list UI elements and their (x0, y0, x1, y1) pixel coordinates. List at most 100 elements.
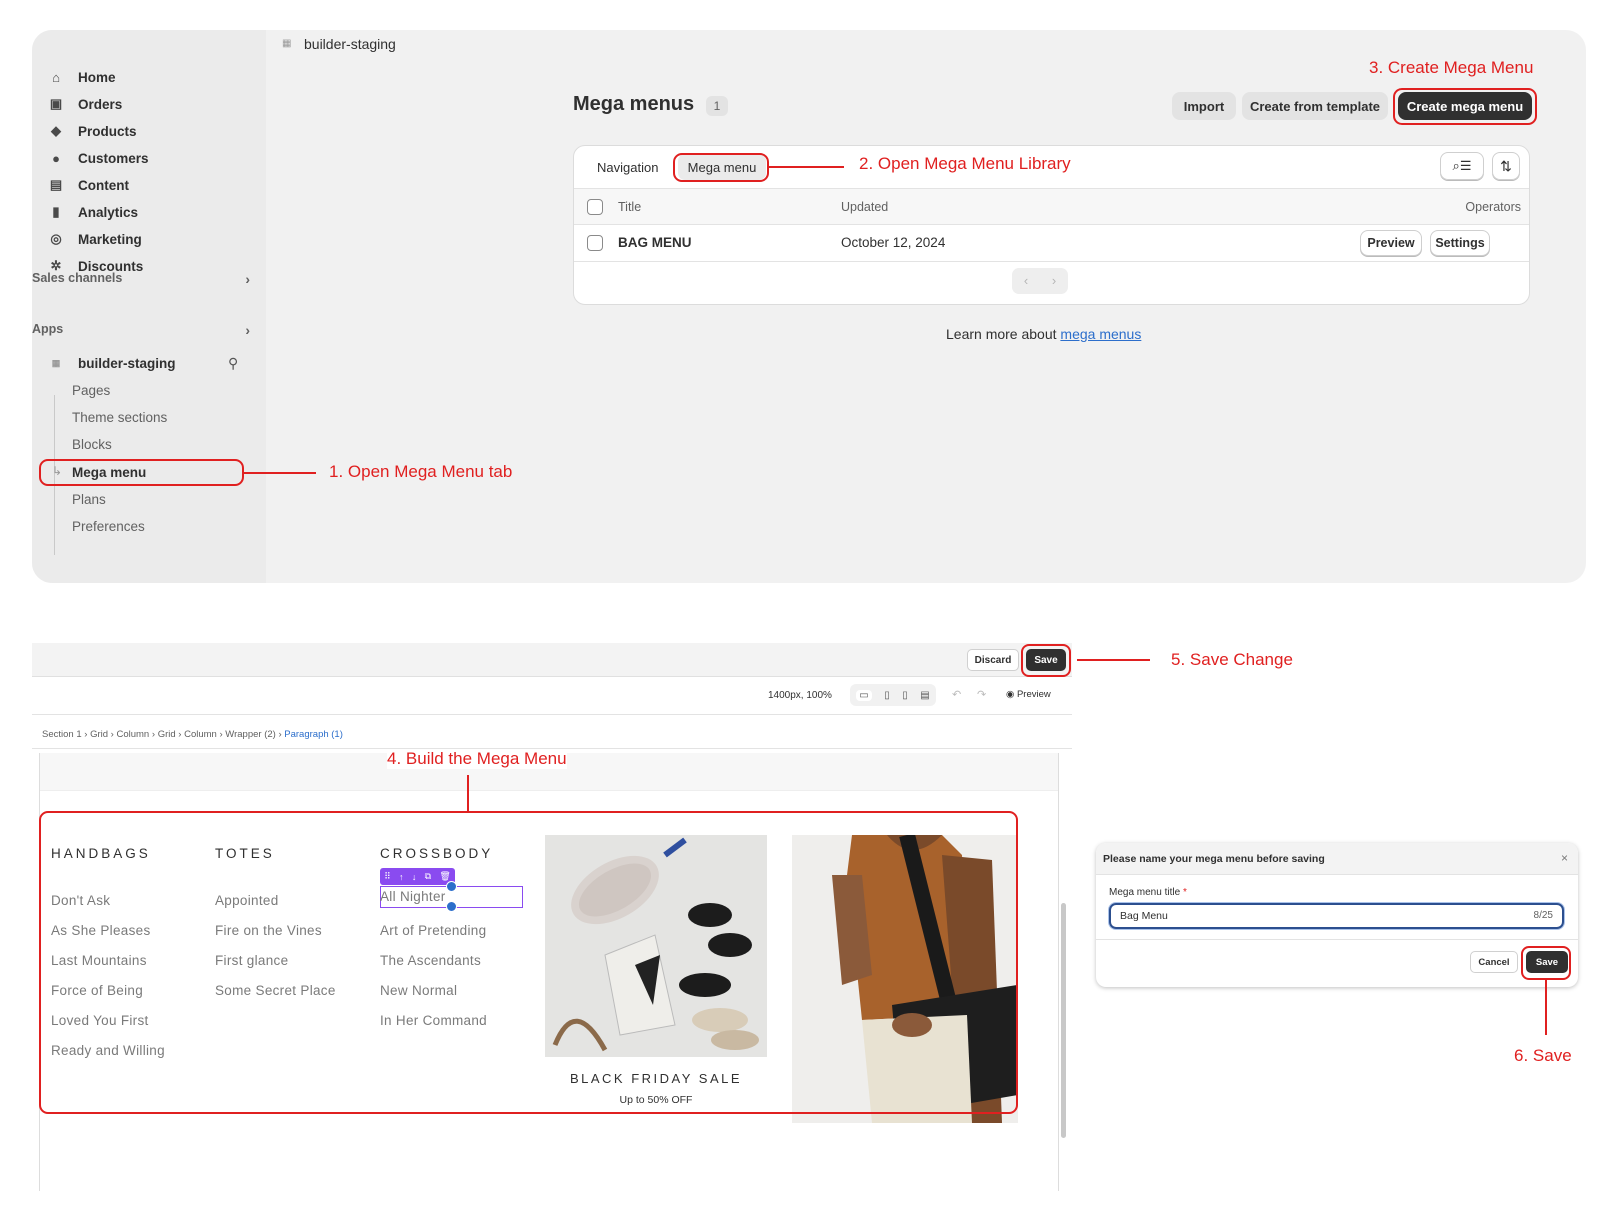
column-updated: Updated (841, 200, 889, 214)
discard-button[interactable]: Discard (967, 649, 1019, 671)
chevron-right-icon: › (245, 322, 250, 338)
import-button[interactable]: Import (1172, 92, 1236, 120)
chevron-right-icon: › (245, 271, 250, 287)
breadcrumb-item[interactable]: Grid (90, 729, 108, 740)
target-icon: ◎ (50, 231, 62, 246)
dialog-header: Please name your mega menu before saving… (1096, 843, 1578, 875)
save-dialog: Please name your mega menu before saving… (1096, 843, 1578, 987)
sidebar-subitem-blocks[interactable]: Blocks (72, 437, 112, 452)
redo-icon[interactable]: ↷ (977, 688, 986, 701)
device-switcher: ▭ ▯ ▯ ▤ (850, 684, 936, 706)
annotation-box-1 (39, 459, 244, 486)
row-checkbox[interactable] (587, 235, 603, 251)
sidebar-item-customers[interactable]: ● Customers (48, 145, 148, 171)
page-title: Mega menus (573, 93, 695, 115)
column-operators: Operators (1465, 200, 1521, 214)
desktop-icon[interactable]: ▭ (856, 689, 872, 701)
main-content: ▦ builder-staging (266, 30, 1586, 583)
pin-icon[interactable]: ⚲ (228, 355, 238, 372)
editor-toolbar: 1400px, 100% ▭ ▯ ▯ ▤ ↶ ↷ ◉ Preview (32, 677, 1072, 715)
dialog-title: Please name your mega menu before saving (1103, 853, 1325, 865)
pagination: ‹ › (1012, 268, 1068, 294)
divider (1096, 939, 1578, 940)
annotation-3: 3. Create Mega Menu (1369, 58, 1534, 77)
editor: Discard Save 1400px, 100% ▭ ▯ ▯ ▤ ↶ ↷ ◉ … (32, 643, 1072, 1191)
editor-save-bar: Discard Save (32, 643, 1072, 677)
bar-chart-icon: ▮ (52, 204, 60, 219)
sidebar-subitem-pages[interactable]: Pages (72, 383, 110, 398)
sidebar-subitem-preferences[interactable]: Preferences (72, 519, 145, 534)
sidebar-item-home[interactable]: ⌂ Home (48, 64, 115, 90)
search-filter-button[interactable]: ⌕ ☰ (1440, 152, 1484, 180)
close-icon[interactable]: × (1561, 851, 1568, 865)
table-row[interactable]: BAG MENU October 12, 2024 Preview Settin… (574, 225, 1529, 262)
mega-menus-link[interactable]: mega menus (1060, 326, 1141, 342)
annotation-box-4 (39, 811, 1018, 1114)
sidebar-item-analytics[interactable]: ▮ Analytics (48, 199, 138, 225)
apps-section[interactable]: Apps › (32, 322, 266, 342)
breadcrumb-item[interactable]: Wrapper (2) (225, 729, 276, 740)
chevron-left-icon: ‹ (1023, 273, 1029, 288)
breadcrumb-item[interactable]: Column (116, 729, 149, 740)
person-icon: ● (52, 150, 60, 166)
annotation-6: 6. Save (1514, 1046, 1572, 1065)
annotation-line-6 (1545, 980, 1547, 1035)
next-page-button[interactable]: › (1040, 268, 1068, 294)
filter-icon: ☰ (1459, 158, 1472, 173)
row-preview-button[interactable]: Preview (1360, 230, 1422, 256)
breadcrumb: Section 1 › Grid › Column › Grid › Colum… (42, 729, 343, 740)
input-value: Bag Menu (1120, 910, 1168, 922)
sidebar-item-marketing[interactable]: ◎ Marketing (48, 226, 141, 252)
annotation-4: 4. Build the Mega Menu (387, 749, 567, 769)
sidebar-subitem-plans[interactable]: Plans (72, 492, 106, 507)
annotation-5: 5. Save Change (1171, 650, 1293, 669)
select-all-checkbox[interactable] (587, 199, 603, 215)
sidebar-app-builder-staging[interactable]: ▦ builder-staging (48, 350, 176, 376)
sidebar-item-content[interactable]: ▤ Content (48, 172, 129, 198)
annotation-line-5 (1077, 659, 1150, 661)
sidebar: ⌂ Home ▣ Orders ◆ Products ● Customers ▤ Cont… (32, 30, 266, 583)
create-from-template-button[interactable]: Create from template (1242, 92, 1388, 120)
tab-navigation[interactable]: Navigation (597, 160, 658, 175)
undo-icon[interactable]: ↶ (952, 688, 961, 701)
field-label: Mega menu title * (1109, 887, 1187, 898)
row-updated: October 12, 2024 (841, 235, 946, 250)
sort-icon: ⇅ (1500, 157, 1512, 174)
preview-button[interactable]: ◉ Preview (1006, 689, 1051, 700)
breadcrumb-item[interactable]: Grid (158, 729, 176, 740)
annotation-box-5 (1021, 644, 1071, 677)
breadcrumb-item[interactable]: Section 1 (42, 729, 82, 740)
tag-icon: ◆ (51, 123, 61, 138)
prev-page-button[interactable]: ‹ (1012, 268, 1040, 294)
topbar-title: builder-staging (304, 36, 396, 52)
row-settings-button[interactable]: Settings (1430, 230, 1490, 256)
content-icon: ▤ (49, 177, 63, 192)
mega-menu-title-input[interactable]: Bag Menu 8/25 (1109, 903, 1564, 929)
sidebar-item-products[interactable]: ◆ Products (48, 118, 137, 144)
sort-button[interactable]: ⇅ (1492, 152, 1520, 180)
search-icon: ⌕ (1452, 158, 1460, 173)
mobile-icon[interactable]: ▯ (902, 690, 908, 701)
count-badge: 1 (706, 96, 728, 116)
app-icon: ▦ (51, 357, 61, 368)
eye-icon: ◉ (1006, 689, 1015, 700)
scrollbar[interactable] (1061, 903, 1066, 1138)
layers-icon[interactable]: ▤ (920, 690, 929, 701)
viewport-size: 1400px, 100% (768, 690, 832, 701)
sidebar-subitem-theme-sections[interactable]: Theme sections (72, 410, 167, 425)
learn-more: Learn more about mega menus (946, 326, 1142, 342)
sales-channels-section[interactable]: Sales channels › (32, 271, 266, 291)
breadcrumb-item[interactable]: Column (184, 729, 217, 740)
chevron-right-icon: › (1051, 273, 1057, 288)
app-icon: ▦ (282, 38, 292, 49)
table-header: Title Updated Operators (574, 188, 1529, 225)
row-title: BAG MENU (618, 235, 692, 250)
annotation-box-6 (1521, 946, 1571, 980)
annotation-2: 2. Open Mega Menu Library (859, 154, 1071, 173)
sidebar-item-orders[interactable]: ▣ Orders (48, 91, 122, 117)
tablet-icon[interactable]: ▯ (884, 690, 890, 701)
breadcrumb-item-current[interactable]: Paragraph (1) (284, 729, 343, 740)
dialog-cancel-button[interactable]: Cancel (1470, 951, 1518, 973)
column-title: Title (618, 200, 642, 214)
home-icon: ⌂ (52, 69, 60, 85)
